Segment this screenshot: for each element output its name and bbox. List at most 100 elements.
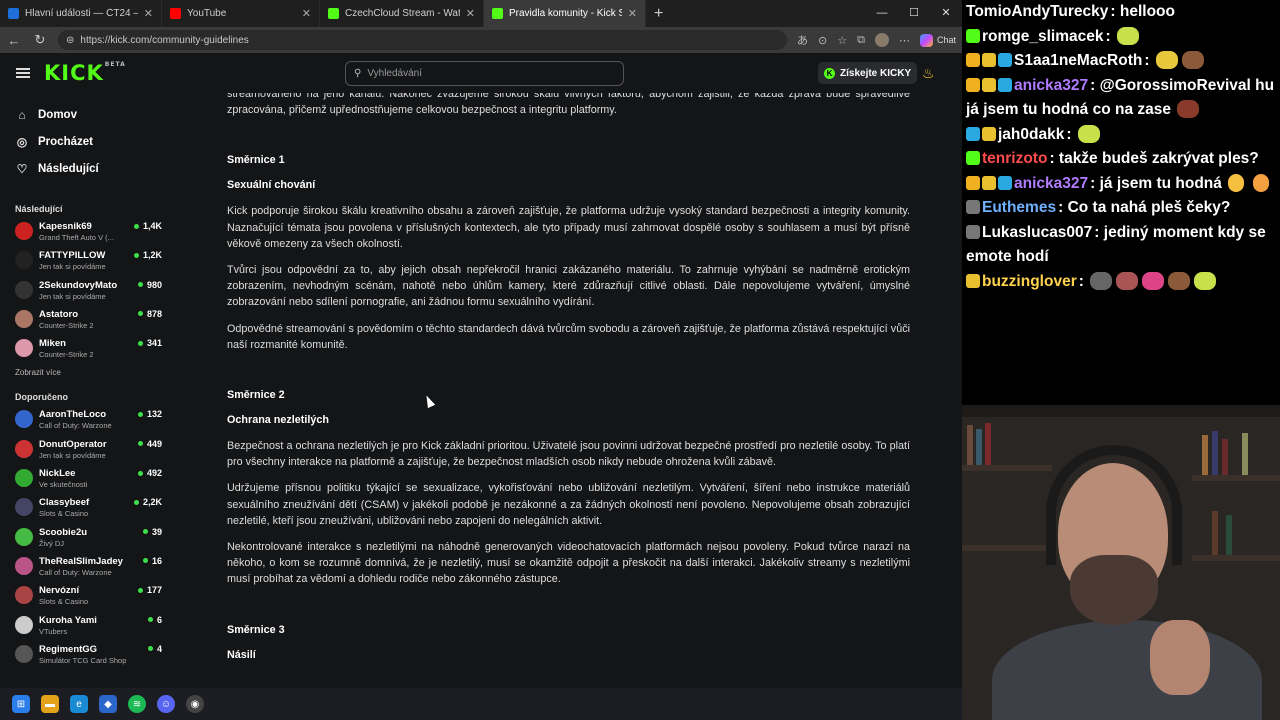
frog-emote-icon (1194, 271, 1217, 290)
avatar (15, 498, 33, 517)
channel-item[interactable]: RegimentGG Simulátor TCG Card Shop 4 (0, 641, 172, 670)
guideline-2-paragraph-1: Bezpečnost a ochrana nezletilých je pro … (227, 440, 910, 469)
tab-czechcloud[interactable]: CzechCloud Stream - Watch Live o ✕ (320, 0, 484, 27)
reader-icon[interactable]: ⊙ (818, 34, 827, 47)
live-dot-icon (142, 529, 148, 535)
badge-icon (966, 224, 980, 239)
chat-message: buzzinglover: (966, 270, 1276, 295)
guideline-3-title: Směrnice 3 (227, 623, 285, 636)
sidebar-item-home[interactable]: ⌂ Domov (0, 101, 172, 128)
live-dot-icon (137, 282, 143, 288)
tab-ct24[interactable]: Hlavní události — ČT24 — Česká t ✕ (0, 0, 162, 27)
live-dot-icon (142, 558, 148, 564)
tab-youtube[interactable]: YouTube ✕ (162, 0, 320, 27)
spotify-icon[interactable]: ≋ (128, 695, 146, 713)
channel-item[interactable]: NickLee Ve skutečnosti 492 (0, 465, 172, 494)
more-menu-icon[interactable]: ⋯ (899, 34, 910, 47)
gift-badge-icon (982, 126, 996, 141)
get-kicky-button[interactable]: K Získejte KICKY (818, 62, 918, 84)
emote-icon (1142, 271, 1165, 290)
live-dot-icon (137, 311, 143, 317)
kick-logo[interactable]: KICKBETA (44, 61, 126, 85)
avatar (15, 251, 33, 270)
avatar (15, 527, 33, 546)
viewer-count: 132 (137, 409, 162, 419)
avatar (15, 615, 33, 634)
diamond-badge-icon (998, 175, 1012, 190)
channel-category: Jen tak si povídáme (39, 450, 106, 460)
channel-item[interactable]: Scoobie2u Živý DJ 39 (0, 524, 172, 553)
channel-item[interactable]: Astatoro Counter-Strike 2 878 (0, 306, 172, 335)
channel-item[interactable]: 2SekundovyMato Jen tak si povídáme 980 (0, 277, 172, 306)
channel-item[interactable]: FATTYPILLOW Jen tak si povídáme 1,2K (0, 247, 172, 276)
avatar (15, 469, 33, 488)
show-more-link[interactable]: Zobrazit více (0, 364, 172, 380)
channel-category: Simulátor TCG Card Shop (39, 655, 127, 665)
channel-item[interactable]: Nervózní Slots & Casino 177 (0, 582, 172, 611)
close-icon[interactable]: ✕ (144, 7, 153, 20)
close-window-button[interactable]: ✕ (930, 0, 962, 27)
torch-icon[interactable]: ♨ (922, 65, 935, 82)
back-icon[interactable]: ← (6, 33, 22, 48)
minimize-button[interactable]: — (866, 0, 898, 27)
viewer-count-value: 878 (146, 308, 162, 319)
menu-icon[interactable] (16, 68, 30, 78)
windows-start-icon[interactable]: ⊞ (12, 695, 30, 713)
sidebar-item-following[interactable]: ♡ Následující (0, 155, 172, 182)
sidebar-item-browse[interactable]: ◎ Procházet (0, 128, 172, 155)
site-info-icon[interactable]: ⊜ (66, 35, 74, 46)
chat-message: tenrizoto: takže budeš zakrývat ples? (966, 147, 1276, 172)
channel-item[interactable]: Classybeef Slots & Casino 2,2K (0, 494, 172, 523)
channel-name: Kuroha Yami (39, 614, 97, 626)
channel-item[interactable]: Kapesnik69 Grand Theft Auto V (... 1,4K (0, 218, 172, 247)
channel-name: FATTYPILLOW (39, 250, 106, 262)
viewer-count-value: 341 (146, 338, 162, 349)
channel-item[interactable]: Miken Counter-Strike 2 341 (0, 335, 172, 364)
channel-item[interactable]: DonutOperator Jen tak si povídáme 449 (0, 436, 172, 465)
channel-item[interactable]: Kuroha Yami VTubers 6 (0, 612, 172, 641)
close-icon[interactable]: ✕ (466, 7, 475, 20)
url-field[interactable]: ⊜ https://kick.com/community-guidelines (58, 30, 788, 50)
channel-name: 2SekundovyMato (39, 279, 118, 291)
channel-category: Counter-Strike 2 (39, 320, 94, 330)
reload-icon[interactable]: ↻ (32, 32, 48, 48)
channel-name: AaronTheLoco (39, 409, 107, 421)
maximize-button[interactable]: ☐ (898, 0, 930, 27)
channel-item[interactable]: TheRealSlimJadey Call of Duty: Warzone 16 (0, 553, 172, 582)
edge-browser-icon[interactable]: e (70, 695, 88, 713)
new-tab-button[interactable]: + (646, 0, 671, 27)
channel-category: Call of Duty: Warzone (39, 421, 112, 431)
translate-icon[interactable]: あ (797, 32, 808, 48)
viewer-count-value: 449 (146, 438, 162, 449)
close-icon[interactable]: ✕ (628, 7, 637, 20)
channel-category: Counter-Strike 2 (39, 350, 94, 360)
channel-item[interactable]: AaronTheLoco Call of Duty: Warzone 132 (0, 406, 172, 435)
close-icon[interactable]: ✕ (302, 7, 311, 20)
file-explorer-icon[interactable]: ▬ (41, 695, 59, 713)
search-box[interactable]: ⚲ (345, 61, 624, 86)
guideline-2-paragraph-3: Nekontrolované interakce s nezletilými n… (227, 541, 910, 586)
viewer-count: 878 (137, 308, 162, 319)
viewer-count: 1,4K (133, 221, 162, 231)
app-icon[interactable]: ◆ (99, 695, 117, 713)
home-icon: ⌂ (18, 107, 26, 122)
channel-category: Slots & Casino (39, 509, 89, 519)
avatar (15, 280, 33, 299)
tab-kick-guidelines[interactable]: Pravidla komunity - Kick Streaming ✕ (484, 0, 646, 27)
profile-avatar[interactable] (874, 33, 889, 47)
extensions-icon[interactable]: ⧉ (857, 34, 865, 47)
channel-category: Grand Theft Auto V (... (39, 233, 114, 242)
emote-icon (1181, 51, 1204, 69)
favorite-star-icon[interactable]: ☆ (837, 34, 847, 47)
search-icon: ⚲ (354, 68, 362, 79)
discord-icon[interactable]: ☺ (157, 695, 175, 713)
gift-badge-icon (982, 175, 996, 190)
copilot-chat-button[interactable]: Chat (919, 33, 956, 47)
obs-icon[interactable]: ◉ (186, 695, 204, 713)
search-input[interactable] (367, 68, 608, 79)
avatar (15, 556, 33, 575)
taskbar: ⊞ ▬ e ◆ ≋ ☺ ◉ (0, 688, 962, 720)
viewer-count-value: 1,4K (142, 221, 162, 231)
emote-icon (1116, 271, 1139, 290)
channel-category: Živý DJ (39, 538, 64, 548)
